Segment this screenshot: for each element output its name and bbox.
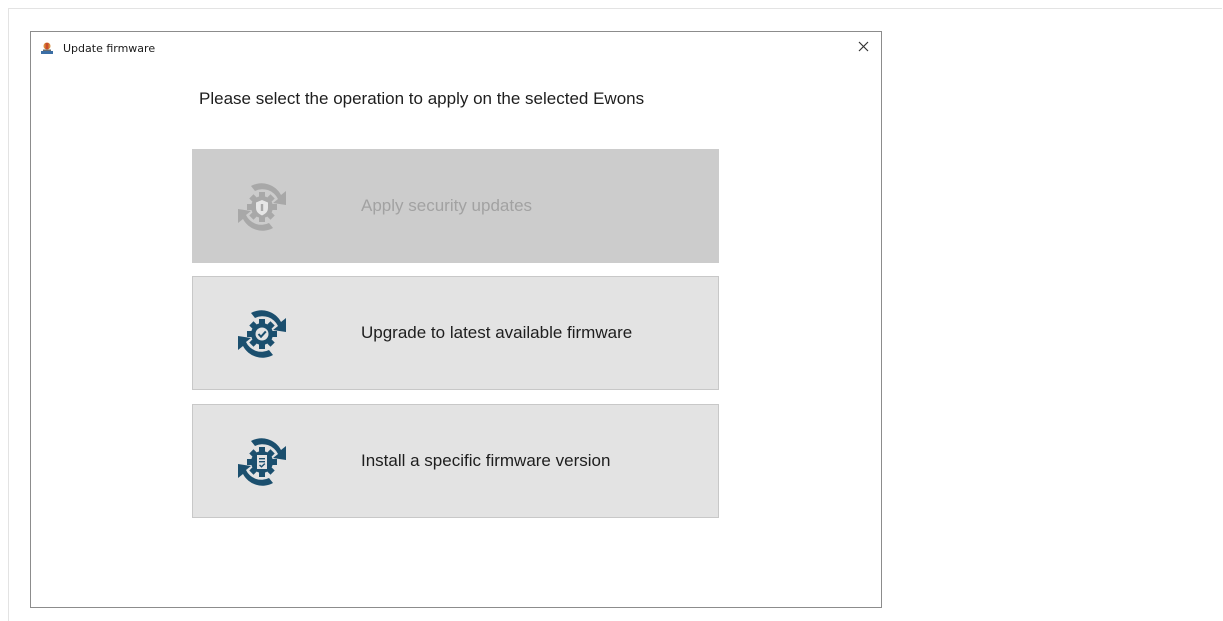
install-specific-firmware-button[interactable]: Install a specific firmware version (192, 404, 719, 518)
upgrade-gear-check-icon (231, 304, 293, 364)
app-icon (40, 41, 54, 55)
apply-security-updates-label: Apply security updates (361, 196, 533, 215)
title-bar[interactable]: Update firmware (31, 32, 881, 64)
close-icon (858, 39, 869, 57)
dialog-title: Update firmware (63, 42, 156, 55)
install-specific-firmware-label: Install a specific firmware version (361, 451, 611, 470)
install-gear-file-icon (231, 432, 293, 492)
operation-prompt: Please select the operation to apply on … (199, 89, 645, 108)
upgrade-latest-firmware-button[interactable]: Upgrade to latest available firmware (192, 276, 719, 390)
security-update-gear-icon (231, 177, 293, 237)
update-firmware-dialog: Update firmware Please select the operat… (30, 31, 882, 608)
upgrade-latest-firmware-label: Upgrade to latest available firmware (361, 323, 633, 342)
apply-security-updates-button[interactable]: Apply security updates (192, 149, 719, 263)
close-button[interactable] (845, 32, 881, 64)
